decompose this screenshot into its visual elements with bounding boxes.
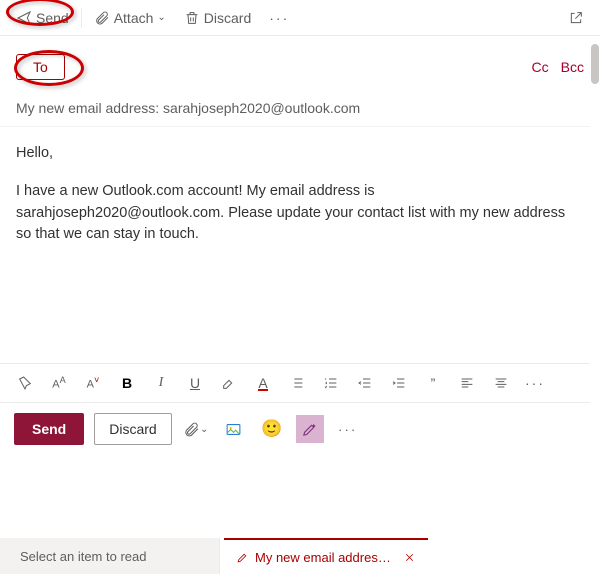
- align-center-button[interactable]: [488, 370, 514, 396]
- popout-icon: [568, 10, 584, 26]
- align-left-button[interactable]: [454, 370, 480, 396]
- send-button[interactable]: Send: [14, 413, 84, 445]
- font-size-button[interactable]: A˅: [80, 370, 106, 396]
- edit-icon: [236, 551, 249, 564]
- bullet-list-icon: [289, 375, 305, 391]
- format-toolbar: AA A˅ B I U A ” ···: [0, 363, 600, 403]
- reading-pane-placeholder: Select an item to read: [0, 538, 220, 574]
- more-button-top[interactable]: ···: [263, 6, 295, 30]
- trash-icon: [184, 10, 200, 26]
- highlight-icon: [221, 375, 237, 391]
- format-painter-icon: [17, 375, 33, 391]
- send-icon: [16, 10, 32, 26]
- indent-icon: [391, 375, 407, 391]
- scrollbar-thumb[interactable]: [591, 44, 599, 84]
- cc-link[interactable]: Cc: [532, 59, 549, 75]
- outdent-icon: [357, 375, 373, 391]
- align-center-icon: [493, 375, 509, 391]
- send-button-top[interactable]: Send: [10, 6, 75, 30]
- compose-toolbar: Send Attach ⌄ Discard ···: [0, 0, 600, 36]
- subject-field[interactable]: My new email address: sarahjoseph2020@ou…: [0, 90, 600, 127]
- send-label: Send: [36, 10, 69, 26]
- font-color-button[interactable]: A: [250, 370, 276, 396]
- close-icon[interactable]: [403, 551, 416, 564]
- outdent-button[interactable]: [352, 370, 378, 396]
- highlight-button[interactable]: [216, 370, 242, 396]
- chevron-down-icon: ⌄: [200, 424, 208, 435]
- discard-button-top[interactable]: Discard: [178, 6, 257, 30]
- pen-sparkle-icon: [301, 421, 318, 438]
- scrollbar-track[interactable]: [590, 44, 600, 504]
- number-list-button[interactable]: [318, 370, 344, 396]
- quote-button[interactable]: ”: [420, 370, 446, 396]
- draft-tab[interactable]: My new email addres…: [224, 538, 428, 574]
- draft-tab-label: My new email addres…: [255, 550, 391, 565]
- format-more-button[interactable]: ···: [522, 370, 548, 396]
- bottom-tab-bar: Select an item to read My new email addr…: [0, 538, 600, 574]
- bold-button[interactable]: B: [114, 370, 140, 396]
- format-painter-button[interactable]: [12, 370, 38, 396]
- emoji-button[interactable]: 🙂: [258, 415, 286, 443]
- to-button[interactable]: To: [16, 54, 65, 80]
- align-left-icon: [459, 375, 475, 391]
- compose-actions: Send Discard ⌄ 🙂 ···: [0, 403, 600, 463]
- attach-button[interactable]: ⌄: [182, 415, 210, 443]
- discard-label: Discard: [204, 10, 251, 26]
- emoji-icon: 🙂: [261, 419, 282, 439]
- italic-button[interactable]: I: [148, 370, 174, 396]
- insert-image-button[interactable]: [220, 415, 248, 443]
- chevron-down-icon: ⌄: [157, 12, 165, 23]
- recipients-row: To Cc Bcc: [0, 50, 600, 90]
- toolbar-separator: [81, 8, 82, 28]
- attach-button-top[interactable]: Attach ⌄: [88, 6, 172, 30]
- message-body[interactable]: Hello, I have a new Outlook.com account!…: [0, 127, 600, 363]
- attach-label: Attach: [114, 10, 154, 26]
- body-greeting: Hello,: [16, 143, 584, 165]
- signature-button[interactable]: [296, 415, 324, 443]
- actions-more-button[interactable]: ···: [334, 415, 362, 443]
- body-paragraph: I have a new Outlook.com account! My ema…: [16, 181, 584, 246]
- indent-button[interactable]: [386, 370, 412, 396]
- bullet-list-button[interactable]: [284, 370, 310, 396]
- font-superscript-button[interactable]: AA: [46, 370, 72, 396]
- discard-button[interactable]: Discard: [94, 413, 171, 445]
- paperclip-icon: [183, 421, 200, 438]
- paperclip-icon: [94, 10, 110, 26]
- popout-button[interactable]: [562, 6, 590, 30]
- bcc-link[interactable]: Bcc: [561, 59, 584, 75]
- underline-button[interactable]: U: [182, 370, 208, 396]
- number-list-icon: [323, 375, 339, 391]
- image-icon: [225, 421, 242, 438]
